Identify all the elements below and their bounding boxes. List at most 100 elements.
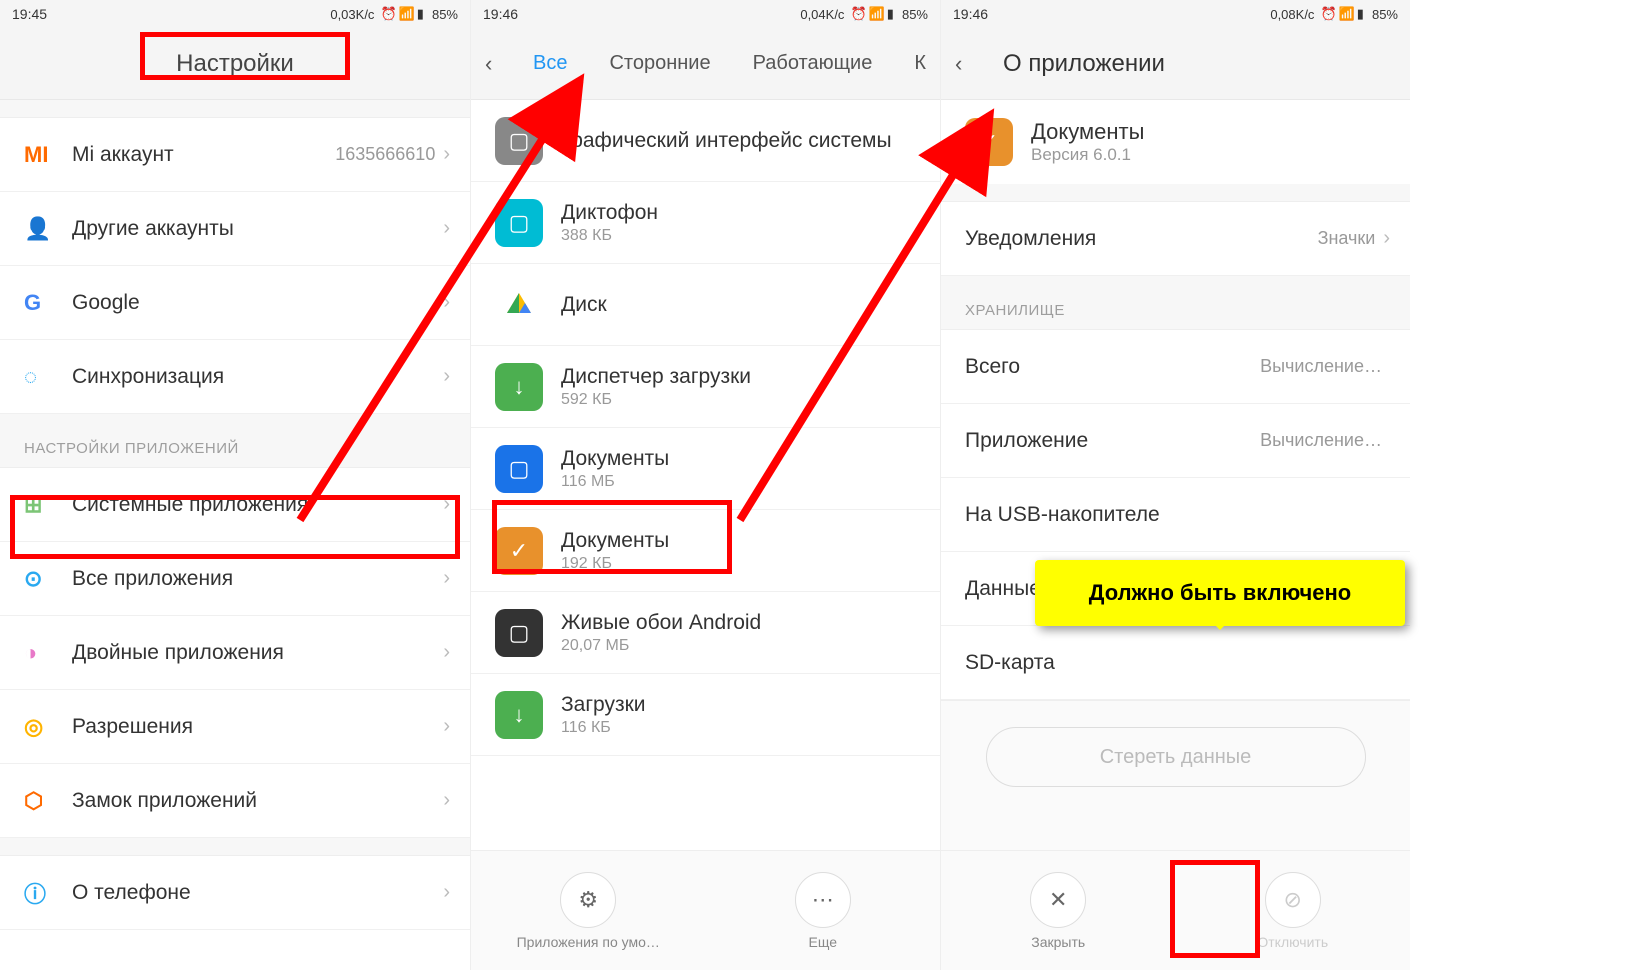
app-version: Версия 6.0.1: [1031, 145, 1144, 165]
row-label: SD-карта: [965, 651, 1382, 675]
status-speed: 0,03K/c: [330, 7, 374, 22]
app-icon: ↓: [495, 691, 543, 739]
storage-row-2[interactable]: На USB-накопителе: [941, 478, 1410, 552]
back-button[interactable]: ‹: [485, 51, 509, 77]
row-label: О телефоне: [72, 881, 443, 905]
chevron-right-icon: ›: [1383, 227, 1390, 250]
annotation-redbox-documents-app: [492, 500, 732, 574]
settings-row-1[interactable]: 👤Другие аккаунты›: [0, 192, 470, 266]
app-row-7[interactable]: ↓ Загрузки 116 КБ: [471, 674, 940, 756]
app-row-0[interactable]: ▢Графический интерфейс системы: [471, 100, 940, 182]
screen-app-details: 19:46 0,08K/c ⏰📶▮ 85% ‹ О приложении ✓ Д…: [940, 0, 1410, 970]
app-name: Документы: [561, 447, 920, 471]
storage-row-0[interactable]: ВсегоВычисление…: [941, 330, 1410, 404]
row-label: Замок приложений: [72, 789, 443, 813]
tab-0[interactable]: Все: [533, 52, 567, 75]
app-icon-documents: ✓: [965, 118, 1013, 166]
settings-row-0[interactable]: MI Mi аккаунт1635666610 ›: [0, 118, 470, 192]
row-notifications[interactable]: Уведомления Значки ›: [941, 202, 1410, 276]
status-icons: ⏰📶▮: [1320, 6, 1366, 22]
status-icons: ⏰📶▮: [850, 6, 896, 22]
app-size: 116 КБ: [561, 719, 920, 737]
settings-row-2[interactable]: GGoogle›: [0, 266, 470, 340]
row-label: Двойные приложения: [72, 641, 443, 665]
close-button[interactable]: ✕ Закрыть: [998, 872, 1118, 950]
chevron-right-icon: ›: [443, 881, 450, 904]
row-label: Синхронизация: [72, 365, 435, 389]
row-value: Вычисление…: [1260, 430, 1382, 451]
settings-row2-2[interactable]: ◑ Двойные приложения›: [0, 616, 470, 690]
status-time: 19:45: [12, 6, 47, 22]
status-time: 19:46: [953, 6, 988, 22]
more-icon: ⋯: [795, 872, 851, 928]
row-label: Все приложения: [72, 567, 443, 591]
app-name: Диктофон: [561, 201, 920, 225]
row-label: На USB-накопителе: [965, 503, 1382, 527]
tab-1[interactable]: Сторонние: [609, 52, 710, 75]
chevron-right-icon: ›: [443, 715, 450, 738]
app-icon: ▢: [495, 445, 543, 493]
app-icon: [495, 281, 543, 329]
app-icon: ↓: [495, 363, 543, 411]
MI-icon: MI: [24, 142, 48, 168]
annotation-callout: Должно быть включено: [1035, 560, 1405, 626]
app-name: Диск: [561, 293, 920, 317]
bottom-toolbar: ⚙ Приложения по умо… ⋯ Еще: [471, 850, 940, 970]
settings-row2-3[interactable]: ◎Разрешения›: [0, 690, 470, 764]
app-name: Живые обои Android: [561, 611, 920, 635]
row-value: Вычисление…: [1260, 356, 1382, 377]
app-row-4[interactable]: ▢Документы116 МБ: [471, 428, 940, 510]
storage-row-4[interactable]: SD-карта: [941, 626, 1410, 700]
annotation-redbox-disable: [1170, 860, 1260, 958]
annotation-redbox-all-apps: [10, 495, 460, 559]
section-header-app-settings: НАСТРОЙКИ ПРИЛОЖЕНИЙ: [0, 414, 470, 468]
status-battery: 85%: [902, 7, 928, 22]
back-button[interactable]: ‹: [955, 51, 979, 77]
status-icons: ⏰📶▮: [380, 6, 426, 22]
status-battery: 85%: [1372, 7, 1398, 22]
info-icon: ⓘ: [24, 877, 46, 909]
app-name: Загрузки: [561, 693, 920, 717]
status-speed: 0,08K/c: [1270, 7, 1314, 22]
section-header-storage: ХРАНИЛИЩЕ: [941, 276, 1410, 330]
app-row-1[interactable]: ▢Диктофон388 КБ: [471, 182, 940, 264]
app-name: Диспетчер загрузки: [561, 365, 920, 389]
statusbar: 19:46 0,04K/c ⏰📶▮ 85%: [471, 0, 940, 28]
annotation-redbox-title: [140, 32, 350, 80]
chevron-right-icon: ›: [443, 291, 450, 314]
clone-icon: ◑: [24, 640, 37, 666]
app-row-3[interactable]: ↓Диспетчер загрузки592 КБ: [471, 346, 940, 428]
chevron-right-icon: ›: [443, 789, 450, 812]
storage-row-1[interactable]: ПриложениеВычисление…: [941, 404, 1410, 478]
chevron-right-icon: ›: [443, 143, 450, 166]
default-apps-button[interactable]: ⚙ Приложения по умо…: [528, 872, 648, 950]
close-icon: ✕: [1030, 872, 1086, 928]
statusbar: 19:45 0,03K/c ⏰📶▮ 85%: [0, 0, 470, 28]
page-title: О приложении: [1003, 50, 1165, 78]
app-row-2[interactable]: Диск: [471, 264, 940, 346]
chevron-right-icon: ›: [443, 567, 450, 590]
more-button[interactable]: ⋯ Еще: [763, 872, 883, 950]
row-label: Всего: [965, 355, 1260, 379]
settings-row-3[interactable]: ◌Синхронизация›: [0, 340, 470, 414]
disable-icon: ⊘: [1265, 872, 1321, 928]
app-size: 20,07 МБ: [561, 637, 920, 655]
app-row-6[interactable]: ▢ Живые обои Android 20,07 МБ: [471, 592, 940, 674]
status-time: 19:46: [483, 6, 518, 22]
tab-2[interactable]: Работающие: [753, 52, 873, 75]
row-value: 1635666610: [335, 144, 435, 165]
settings-row2-4[interactable]: ⬡Замок приложений›: [0, 764, 470, 838]
tabs-header: ‹ Все Сторонние Работающие Ка: [471, 28, 940, 100]
row-label: Mi аккаунт: [72, 143, 335, 167]
settings-row2-5[interactable]: ⓘ О телефоне›: [0, 856, 470, 930]
erase-data-button[interactable]: Стереть данные: [986, 727, 1366, 787]
app-icon: ▢: [495, 117, 543, 165]
app-icon: ▢: [495, 609, 543, 657]
tab-3[interactable]: Ка: [914, 52, 926, 75]
app-name: Документы: [1031, 119, 1144, 145]
dots-icon: ⊙: [24, 566, 42, 592]
chevron-right-icon: ›: [443, 641, 450, 664]
row-label: Разрешения: [72, 715, 443, 739]
status-speed: 0,04K/c: [800, 7, 844, 22]
app-info-header: ✓ Документы Версия 6.0.1: [941, 100, 1410, 184]
